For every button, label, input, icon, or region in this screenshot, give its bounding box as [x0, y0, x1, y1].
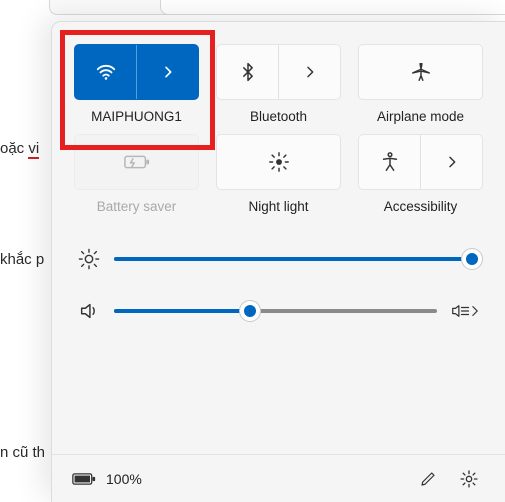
volume-slider[interactable]: [114, 309, 437, 313]
sliders-area: [52, 220, 505, 342]
airplane-button[interactable]: [358, 44, 483, 100]
brightness-fill: [114, 257, 472, 261]
settings-button[interactable]: [453, 463, 485, 495]
bg-text-1: oặc vi: [0, 140, 39, 157]
quick-settings-panel: MAIPHUONG1 Bluetooth: [51, 21, 505, 502]
accessibility-icon: [379, 151, 401, 173]
accessibility-label: Accessibility: [384, 199, 458, 214]
night-light-label: Night light: [248, 199, 308, 214]
brightness-icon: [78, 248, 100, 270]
volume-fill: [114, 309, 250, 313]
battery-icon[interactable]: [72, 471, 96, 487]
audio-output-button[interactable]: [451, 301, 479, 321]
chevron-right-icon: [160, 64, 176, 80]
bluetooth-label: Bluetooth: [250, 109, 307, 124]
bluetooth-expand[interactable]: [279, 45, 340, 99]
wifi-label: MAIPHUONG1: [91, 109, 182, 124]
edit-button[interactable]: [413, 464, 443, 494]
accessibility-button[interactable]: [358, 134, 483, 190]
battery-saver-label: Battery saver: [97, 199, 177, 214]
bg-text-2: khắc p: [0, 251, 44, 268]
wifi-toggle[interactable]: [75, 45, 136, 99]
wifi-tile: MAIPHUONG1: [74, 44, 199, 124]
battery-saver-icon: [124, 152, 150, 172]
night-light-button[interactable]: [216, 134, 341, 190]
volume-row: [78, 300, 479, 322]
night-light-tile: Night light: [216, 134, 341, 214]
battery-saver-button: [74, 134, 199, 190]
night-light-icon: [268, 151, 290, 173]
volume-icon: [78, 300, 100, 322]
airplane-label: Airplane mode: [377, 109, 464, 124]
chevron-right-icon: [444, 154, 460, 170]
wifi-icon: [95, 61, 117, 83]
wifi-button[interactable]: [74, 44, 199, 100]
bg-text-3: n cũ th: [0, 444, 45, 461]
accessibility-expand[interactable]: [421, 135, 482, 189]
brightness-thumb[interactable]: [462, 249, 482, 269]
footer-bar: 100%: [52, 454, 505, 502]
tiles-grid: MAIPHUONG1 Bluetooth: [52, 22, 505, 220]
bg-toolbar-inner: [160, 0, 505, 15]
bluetooth-button[interactable]: [216, 44, 341, 100]
bluetooth-icon: [238, 62, 258, 82]
volume-thumb[interactable]: [240, 301, 260, 321]
brightness-slider[interactable]: [114, 257, 479, 261]
bluetooth-tile: Bluetooth: [216, 44, 341, 124]
accessibility-tile: Accessibility: [358, 134, 483, 214]
wifi-expand[interactable]: [137, 45, 198, 99]
battery-percent: 100%: [106, 471, 142, 487]
chevron-right-icon: [302, 64, 318, 80]
bluetooth-toggle[interactable]: [217, 45, 278, 99]
battery-saver-tile: Battery saver: [74, 134, 199, 214]
airplane-icon: [410, 61, 432, 83]
accessibility-toggle[interactable]: [359, 135, 420, 189]
airplane-tile: Airplane mode: [358, 44, 483, 124]
brightness-row: [78, 248, 479, 270]
